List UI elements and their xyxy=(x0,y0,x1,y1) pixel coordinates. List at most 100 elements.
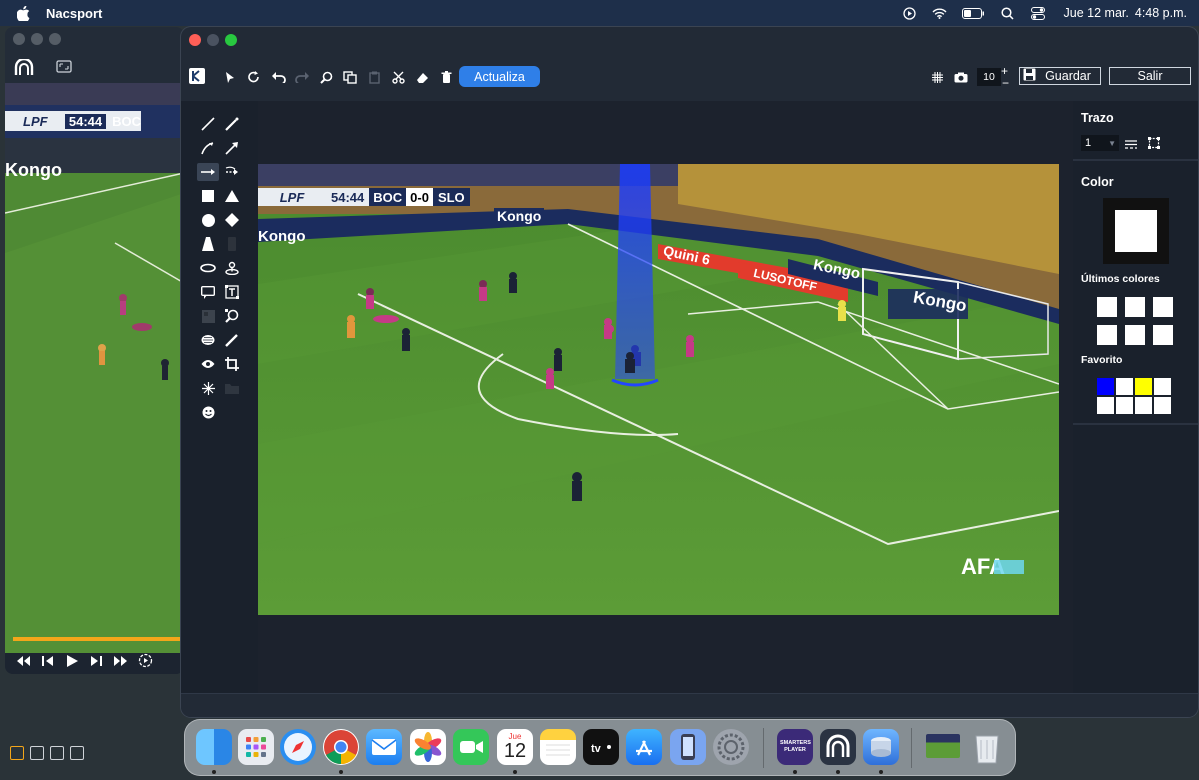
selected-color-preview[interactable] xyxy=(1103,198,1169,264)
favorite-color-swatch[interactable] xyxy=(1135,397,1152,414)
redo-circle-icon[interactable] xyxy=(243,66,265,88)
save-button[interactable]: Guardar xyxy=(1019,67,1101,85)
battery-icon[interactable] xyxy=(962,6,986,20)
launchpad-icon[interactable] xyxy=(238,729,274,765)
recent-color-swatch[interactable] xyxy=(1153,325,1173,345)
wifi-icon[interactable] xyxy=(932,6,948,20)
eye-tool-icon[interactable] xyxy=(199,355,217,373)
circle-tool-icon[interactable] xyxy=(199,211,217,229)
redo-icon[interactable] xyxy=(291,66,313,88)
chrome-icon[interactable] xyxy=(323,729,359,765)
favorite-color-swatch[interactable] xyxy=(1116,397,1133,414)
favorite-color-swatch[interactable] xyxy=(1097,397,1114,414)
video-frame[interactable]: LPF 54:44 BOC 0-0 SLO Kongo Kongo Quini … xyxy=(258,164,1059,615)
line-style-icon[interactable] xyxy=(1125,137,1137,155)
favorite-color-swatch[interactable] xyxy=(1116,378,1133,395)
apple-tv-icon[interactable]: tv xyxy=(583,729,619,765)
trash-icon[interactable] xyxy=(969,729,1005,765)
menubar-time[interactable]: 4:48 p.m. xyxy=(1135,6,1187,20)
copy-icon[interactable] xyxy=(339,66,361,88)
dashed-arrow-tool-icon[interactable] xyxy=(223,163,241,181)
notes-icon[interactable] xyxy=(540,729,576,765)
play-circle-icon[interactable] xyxy=(902,6,918,20)
bg-play-icon[interactable] xyxy=(65,654,79,673)
recent-color-swatch[interactable] xyxy=(1097,325,1117,345)
triangle-tool-icon[interactable] xyxy=(223,187,241,205)
layout-columns-icon[interactable] xyxy=(10,746,24,760)
system-settings-icon[interactable] xyxy=(713,729,749,765)
apple-icon[interactable] xyxy=(16,5,30,21)
blur-tool-icon[interactable] xyxy=(199,307,217,325)
folder-tool-icon[interactable] xyxy=(223,379,241,397)
nacsport-icon[interactable] xyxy=(820,729,856,765)
spotlight-cone-tool-icon[interactable] xyxy=(199,235,217,253)
update-button[interactable]: Actualiza xyxy=(459,66,540,87)
stroke-size-input[interactable]: 10 xyxy=(977,68,1001,86)
bg-fast-rewind-icon[interactable] xyxy=(16,654,31,672)
simulator-icon[interactable] xyxy=(670,729,706,765)
curved-arrow-tool-icon[interactable] xyxy=(199,139,217,157)
grid-icon[interactable] xyxy=(926,66,948,88)
menubar-date[interactable]: Jue 12 mar. xyxy=(1064,6,1129,20)
background-player-window[interactable]: LPF 54:44 BOC Kongo xyxy=(5,27,184,674)
drawing-canvas-area[interactable]: LPF 54:44 BOC 0-0 SLO Kongo Kongo Quini … xyxy=(258,101,1073,693)
favorite-color-swatch[interactable] xyxy=(1097,378,1114,395)
zoom-icon[interactable] xyxy=(315,66,337,88)
fullscreen-icon[interactable] xyxy=(56,60,72,78)
window-minimize-button[interactable] xyxy=(31,33,43,45)
exit-button[interactable]: Salir xyxy=(1109,67,1191,85)
app-name[interactable]: Nacsport xyxy=(46,6,102,21)
trazo-select[interactable]: 1 ▼ xyxy=(1081,135,1119,151)
sparkle-tool-icon[interactable] xyxy=(199,379,217,397)
window-zoom-button[interactable] xyxy=(225,34,237,46)
smarters-player-icon[interactable]: SMARTERS PLAYER xyxy=(777,729,813,765)
line-tool-icon[interactable] xyxy=(199,115,217,133)
undo-icon[interactable] xyxy=(267,66,289,88)
pen-tool-icon[interactable] xyxy=(223,115,241,133)
app-store-icon[interactable] xyxy=(626,729,662,765)
recent-color-swatch[interactable] xyxy=(1125,297,1145,317)
arrow-tool-icon[interactable] xyxy=(223,139,241,157)
cursor-icon[interactable] xyxy=(219,66,241,88)
straight-arrow-tool-icon[interactable] xyxy=(197,163,219,181)
emoji-tool-icon[interactable] xyxy=(199,403,217,421)
bg-progress-bar[interactable] xyxy=(13,637,184,641)
safari-icon[interactable] xyxy=(280,729,316,765)
screenshot-thumbnail-icon[interactable] xyxy=(926,734,960,758)
cut-icon[interactable] xyxy=(387,66,409,88)
ellipse-tool-icon[interactable] xyxy=(199,259,217,277)
bg-step-forward-icon[interactable] xyxy=(89,654,103,672)
window-close-button[interactable] xyxy=(189,34,201,46)
stroke-increase-icon[interactable]: + xyxy=(1001,65,1008,77)
control-center-icon[interactable] xyxy=(1030,6,1046,20)
favorite-color-swatch[interactable] xyxy=(1135,378,1152,395)
paste-icon[interactable] xyxy=(363,66,385,88)
rectangle-tool-icon[interactable] xyxy=(199,187,217,205)
trash-icon[interactable] xyxy=(435,66,457,88)
layout-sidebar-icon[interactable] xyxy=(30,746,44,760)
dashed-box-icon[interactable] xyxy=(1148,136,1160,154)
window-zoom-button[interactable] xyxy=(49,33,61,45)
layout-split-icon[interactable] xyxy=(70,746,84,760)
bg-speed-icon[interactable] xyxy=(138,653,153,673)
cylinder-tool-icon[interactable] xyxy=(223,235,241,253)
search-icon[interactable] xyxy=(1000,6,1016,20)
magnifier-tool-icon[interactable] xyxy=(223,307,241,325)
crop-tool-icon[interactable] xyxy=(223,355,241,373)
zone-tool-icon[interactable] xyxy=(199,331,217,349)
recent-color-swatch[interactable] xyxy=(1153,297,1173,317)
facetime-icon[interactable] xyxy=(453,729,489,765)
highlight-tool-icon[interactable] xyxy=(223,331,241,349)
camera-icon[interactable] xyxy=(950,66,972,88)
player-marker-tool-icon[interactable] xyxy=(223,259,241,277)
drawing-editor-window[interactable]: Actualiza 10 + − Guardar Salir LPF 54:44… xyxy=(181,27,1198,717)
stroke-decrease-icon[interactable]: − xyxy=(1002,77,1009,89)
diamond-tool-icon[interactable] xyxy=(223,211,241,229)
disk-utility-icon[interactable] xyxy=(863,729,899,765)
recent-color-swatch[interactable] xyxy=(1097,297,1117,317)
callout-tool-icon[interactable] xyxy=(199,283,217,301)
finder-icon[interactable] xyxy=(196,729,232,765)
mail-icon[interactable] xyxy=(366,729,402,765)
favorite-color-swatch[interactable] xyxy=(1154,397,1171,414)
recent-color-swatch[interactable] xyxy=(1125,325,1145,345)
